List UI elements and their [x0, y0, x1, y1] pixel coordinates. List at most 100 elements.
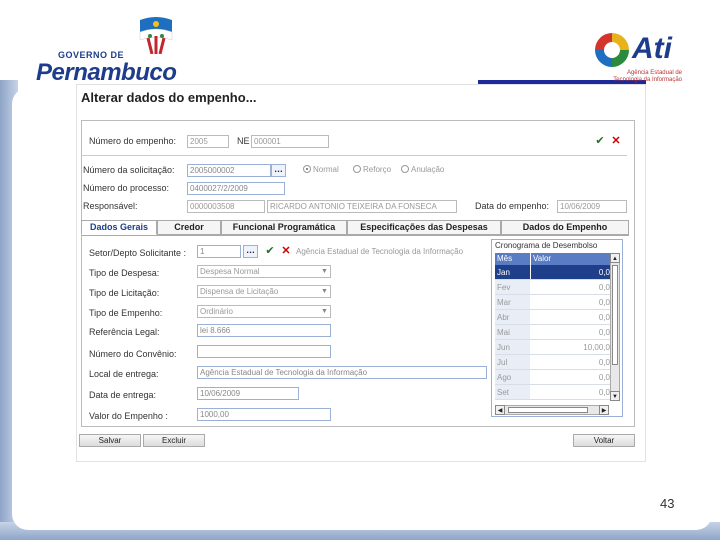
table-row[interactable]: Abr 0,0 — [495, 310, 613, 325]
scroll-right-icon[interactable]: ▶ — [599, 405, 609, 415]
chevron-down-icon: ▼ — [321, 268, 328, 275]
tab-dados-gerais[interactable]: Dados Gerais — [81, 220, 157, 235]
row-valor: 0,0 — [598, 283, 610, 292]
convenio-field[interactable] — [197, 345, 331, 358]
processo-field[interactable]: 0400027/2/2009 — [187, 182, 285, 195]
row-valor: 0,0 — [598, 388, 610, 397]
valor-label: Valor do Empenho : — [89, 411, 168, 421]
data-empenho-label: Data do empenho: — [475, 201, 550, 211]
setor-code-field[interactable]: 1 — [197, 245, 241, 258]
tipo-empenho-label: Tipo de Empenho: — [89, 308, 163, 318]
ati-logo-subtitle: Agência Estadual de Tecnologia da Inform… — [613, 70, 682, 83]
ati-logo: Ati Agência Estadual de Tecnologia da In… — [592, 30, 692, 86]
row-mes: Abr — [495, 310, 531, 324]
horizontal-scrollbar[interactable]: ◀ ▶ — [495, 405, 609, 415]
data-empenho-field[interactable]: 10/06/2009 — [557, 200, 627, 213]
local-field[interactable]: Agência Estadual de Tecnologia da Inform… — [197, 366, 487, 379]
ati-logo-text: Ati — [632, 32, 672, 65]
chevron-down-icon: ▼ — [321, 308, 328, 315]
pernambuco-flag-icon — [139, 17, 173, 54]
back-button[interactable]: Voltar — [573, 434, 635, 447]
tipo-licitacao-select[interactable]: Dispensa de Licitação ▼ — [197, 285, 331, 298]
scroll-thumb[interactable] — [508, 407, 588, 413]
table-row[interactable]: Mar 0,0 — [495, 295, 613, 310]
scroll-down-icon[interactable]: ▼ — [610, 391, 620, 401]
scroll-thumb[interactable] — [612, 265, 618, 365]
radio-reforco-label: Reforço — [363, 165, 392, 174]
radio-reforco[interactable]: Reforço — [353, 165, 391, 174]
setor-confirm-check-icon[interactable]: ✔ — [263, 245, 277, 258]
tipo-despesa-select[interactable]: Despesa Normal ▼ — [197, 265, 331, 278]
processo-label: Número do processo: — [83, 183, 170, 193]
radio-normal[interactable]: Normal — [303, 165, 339, 174]
local-label: Local de entrega: — [89, 369, 159, 379]
responsavel-label: Responsável: — [83, 201, 138, 211]
tipo-licitacao-label: Tipo de Licitação: — [89, 288, 160, 298]
ati-ring-icon — [595, 33, 629, 67]
tipo-despesa-label: Tipo de Despesa: — [89, 268, 160, 278]
setor-lookup-button[interactable]: … — [243, 245, 258, 258]
convenio-label: Número do Convênio: — [89, 349, 177, 359]
tab-credor[interactable]: Credor — [157, 220, 221, 235]
radio-anulacao[interactable]: Anulação — [401, 165, 444, 174]
row-valor: 0,0 — [598, 373, 610, 382]
valor-field[interactable]: 1000,00 — [197, 408, 331, 421]
row-mes: Jun — [495, 340, 531, 354]
tipo-empenho-value: Ordinário — [200, 307, 233, 316]
radio-normal-dot — [303, 165, 311, 173]
scroll-left-icon[interactable]: ◀ — [495, 405, 505, 415]
tab-bar: Dados Gerais Credor Funcional Programáti… — [81, 220, 629, 235]
confirm-check-icon[interactable]: ✔ — [593, 135, 607, 148]
row-mes: Fev — [495, 280, 531, 294]
data-entrega-label: Data de entrega: — [89, 390, 157, 400]
table-row[interactable]: Ago 0,0 — [495, 370, 613, 385]
solicitacao-field[interactable]: 2005000002 — [187, 164, 271, 177]
save-button[interactable]: Salvar — [79, 434, 141, 447]
table-row[interactable]: Fev 0,0 — [495, 280, 613, 295]
page-number: 43 — [660, 496, 675, 511]
radio-normal-label: Normal — [313, 165, 339, 174]
table-row[interactable]: Jun 10,00,0 — [495, 340, 613, 355]
row-mes: Ago — [495, 370, 531, 384]
empenho-number-field[interactable]: 000001 — [251, 135, 329, 148]
solicitacao-lookup-button[interactable]: … — [271, 164, 286, 177]
tab-especificacoes-despesas[interactable]: Especificações das Despesas — [347, 220, 501, 235]
vertical-scrollbar[interactable]: ▲ ▼ — [610, 253, 620, 401]
delete-button[interactable]: Excluir — [143, 434, 205, 447]
tipo-despesa-value: Despesa Normal — [200, 267, 260, 276]
cronograma-panel: Cronograma de Desembolso Mês Valor Jan 0,… — [491, 239, 623, 417]
table-row[interactable]: Mai 0,0 — [495, 325, 613, 340]
row-valor: 0,0 — [598, 313, 610, 322]
empenho-year-field[interactable]: 2005 — [187, 135, 229, 148]
responsavel-code-field[interactable]: 0000003508 — [187, 200, 265, 213]
solicitacao-label: Número da solicitação: — [83, 165, 175, 175]
radio-anulacao-dot — [401, 165, 409, 173]
col-valor-header: Valor — [533, 254, 552, 263]
tipo-empenho-select[interactable]: Ordinário ▼ — [197, 305, 331, 318]
setor-clear-cross-icon[interactable]: ✕ — [279, 245, 293, 258]
row-valor: 0,0 — [598, 328, 610, 337]
cronograma-table: Mês Valor Jan 0,0 Fev 0,0 Mar 0,0 Abr 0,0 Ma… — [495, 253, 613, 400]
cancel-cross-icon[interactable]: ✕ — [609, 135, 623, 148]
logo-pernambuco-text: Pernambuco — [36, 59, 177, 86]
setor-name-field: Agência Estadual de Tecnologia da Inform… — [293, 245, 487, 258]
data-entrega-field[interactable]: 10/06/2009 — [197, 387, 299, 400]
radio-reforco-dot — [353, 165, 361, 173]
table-row[interactable]: Jan 0,0 — [495, 265, 613, 280]
empenho-label: Número do empenho: — [89, 136, 177, 146]
col-mes-header: Mês — [495, 253, 531, 265]
scroll-up-icon[interactable]: ▲ — [610, 253, 620, 263]
slide: GOVERNO DE Pernambuco Ati Agência Estadu… — [0, 0, 720, 540]
table-row[interactable]: Set 0,0 — [495, 385, 613, 400]
row-mes: Jan — [495, 265, 531, 279]
form-window: Alterar dados do empenho... Número do em… — [76, 84, 646, 462]
responsavel-name-field[interactable]: RICARDO ANTONIO TEIXEIRA DA FONSECA — [267, 200, 457, 213]
tab-dados-empenho[interactable]: Dados do Empenho — [501, 220, 629, 235]
chevron-down-icon: ▼ — [321, 288, 328, 295]
referencia-field[interactable]: lei 8.666 — [197, 324, 331, 337]
pernambuco-logo: GOVERNO DE Pernambuco — [36, 14, 206, 86]
row-mes: Mai — [495, 325, 531, 339]
tab-funcional-programatica[interactable]: Funcional Programática — [221, 220, 347, 235]
referencia-label: Referência Legal: — [89, 327, 160, 337]
table-row[interactable]: Jul 0,0 — [495, 355, 613, 370]
